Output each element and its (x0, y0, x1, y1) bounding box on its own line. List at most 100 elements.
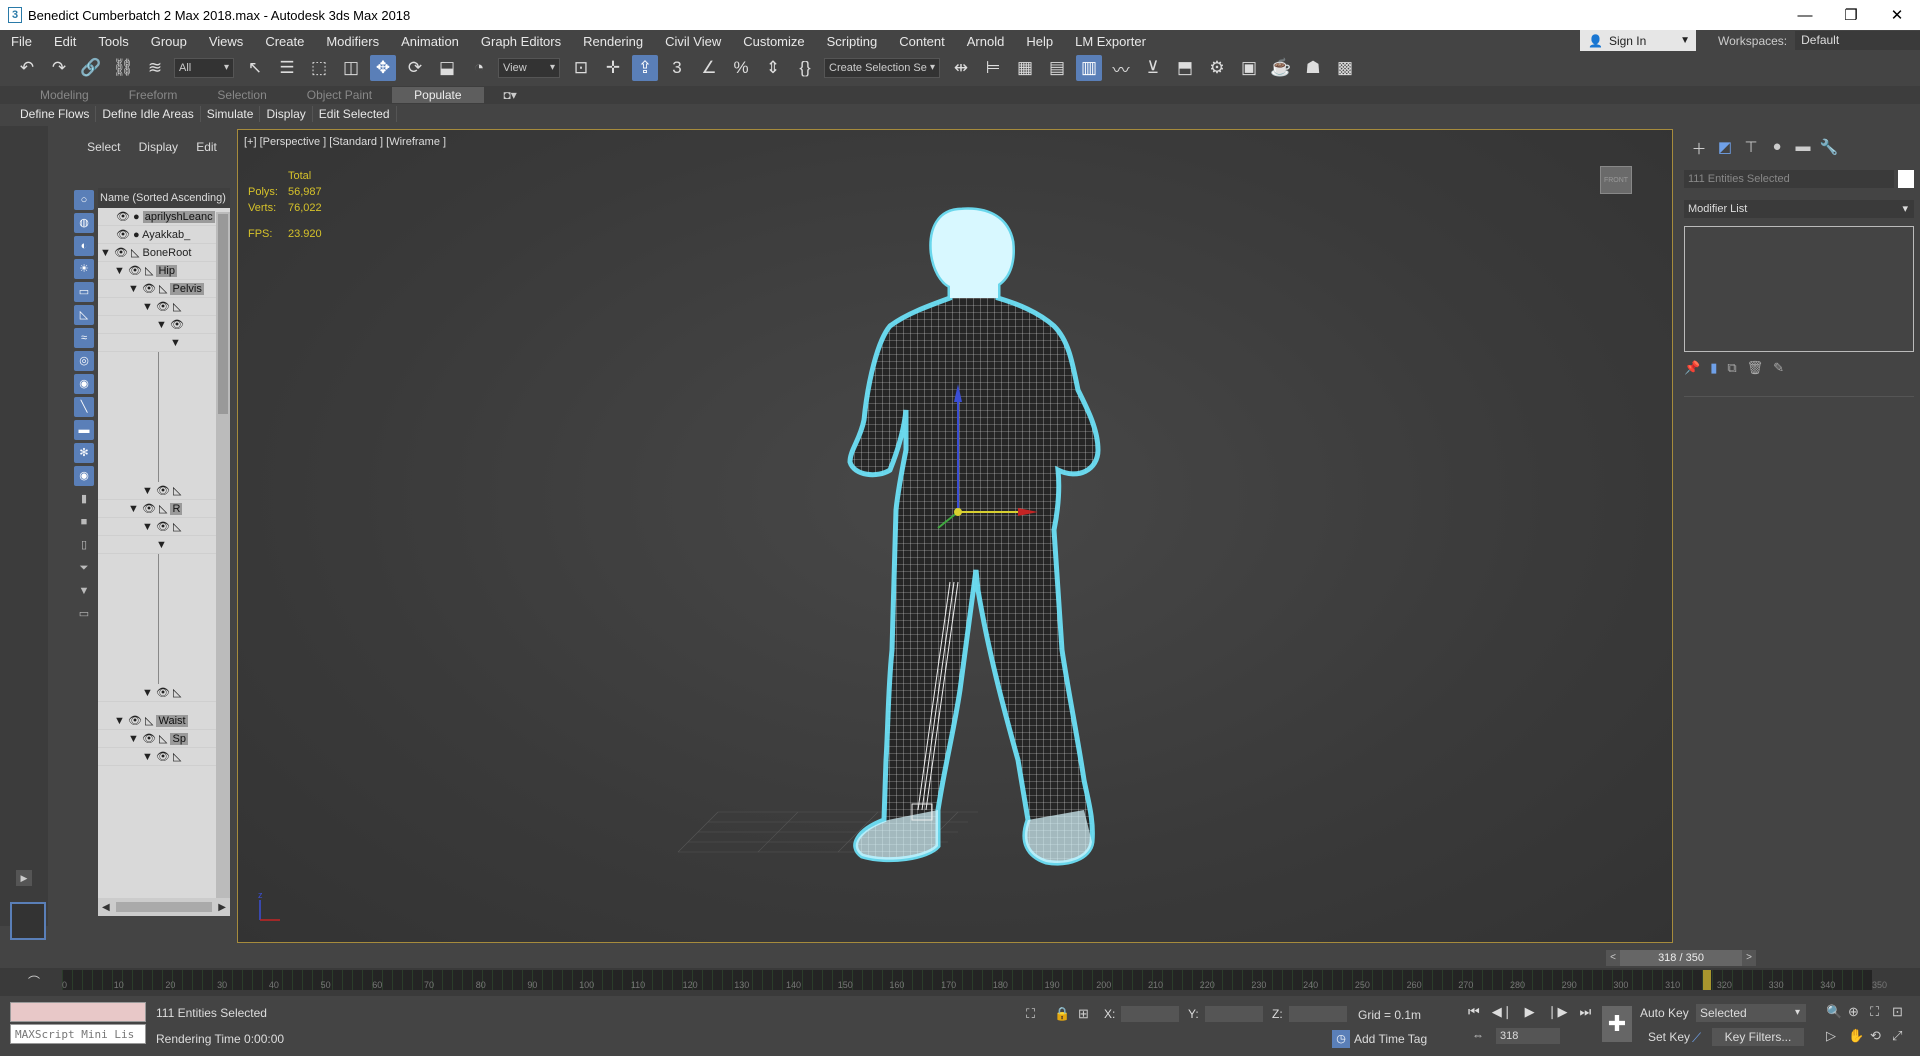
explorer-horizontal-scrollbar[interactable]: ◀ ▶ (98, 898, 230, 916)
selection-filter-select[interactable]: All (174, 58, 234, 78)
display-bones-icon[interactable]: ╲ (74, 397, 94, 417)
display-groups-icon[interactable]: ◎ (74, 351, 94, 371)
select-move-icon[interactable]: ✥ (370, 55, 396, 81)
absolute-mode-icon[interactable]: ⊞ (1078, 1006, 1089, 1022)
modifier-stack[interactable] (1684, 226, 1914, 352)
render-setup-icon[interactable]: ⚙ (1204, 55, 1230, 81)
keyboard-shortcut-icon[interactable]: ⇪ (632, 55, 658, 81)
scroll-right-icon[interactable]: ▶ (218, 902, 226, 913)
render-production-icon[interactable]: ☕ (1268, 55, 1294, 81)
play-icon[interactable]: ▶ (1525, 1004, 1535, 1020)
pin-stack-icon[interactable]: 📌 (1684, 360, 1700, 376)
named-selection-set-select[interactable]: Create Selection Se (824, 58, 940, 78)
filter-icon[interactable]: ⏷ (74, 558, 94, 578)
display-helpers-icon[interactable]: ◺ (74, 305, 94, 325)
funnel-icon[interactable]: ▼ (74, 581, 94, 601)
show-end-result-icon[interactable]: ▮ (1710, 360, 1717, 376)
select-object-icon[interactable]: ↖ (242, 55, 268, 81)
select-manipulate-icon[interactable]: ✛ (600, 55, 626, 81)
tree-column-header[interactable]: Name (Sorted Ascending) (98, 188, 230, 208)
expand-arrow-icon[interactable]: ▶ (16, 870, 32, 886)
tree-row[interactable]: ▼ 👁 ◺ (98, 298, 230, 316)
tree-row[interactable]: ▼ 👁 ◺ (98, 684, 230, 702)
z-field[interactable] (1288, 1006, 1347, 1022)
tree-row[interactable]: ▼ 👁 ◺ Sp (98, 730, 230, 748)
ribbon-tab-populate[interactable]: Populate (392, 87, 484, 103)
maxscript-listener-output[interactable] (10, 1002, 146, 1022)
display-geometry-icon[interactable]: ◍ (74, 213, 94, 233)
tree-row[interactable]: ▼ 👁 ◺ (98, 748, 230, 766)
tree-row[interactable]: ▼ 👁 ◺ Pelvis (98, 280, 230, 298)
explorer-tab-display[interactable]: Display (139, 140, 178, 154)
track-bar[interactable]: ⌒ 0 10 20 30 40 50 60 70 80 90 100 110 120 130 140 150 1… (0, 968, 1920, 996)
display-none-icon[interactable]: ○ (74, 190, 94, 210)
go-to-start-icon[interactable]: ⏮ (1468, 1004, 1480, 1020)
display-children-icon[interactable]: ■ (74, 512, 94, 532)
menu-arnold[interactable]: Arnold (956, 34, 1016, 49)
curve-editor-mini-icon[interactable]: ⌒ (28, 973, 40, 990)
menu-edit[interactable]: Edit (43, 34, 87, 49)
menu-lm-exporter[interactable]: LM Exporter (1064, 34, 1157, 49)
menu-tools[interactable]: Tools (87, 34, 139, 49)
edit-named-selection-icon[interactable]: {} (792, 55, 818, 81)
place-icon[interactable]: ◔ (466, 55, 492, 81)
menu-customize[interactable]: Customize (732, 34, 815, 49)
orbit-icon[interactable]: ⟲ (1870, 1028, 1892, 1044)
modify-tab-icon[interactable]: ◩ (1712, 138, 1738, 160)
object-color-swatch[interactable] (1898, 170, 1914, 188)
render-in-cloud-icon[interactable]: ▩ (1332, 55, 1358, 81)
toggle-layer-explorer-icon[interactable]: ▤ (1044, 55, 1070, 81)
zoom-icon[interactable]: 🔍 (1826, 1004, 1848, 1020)
ribbon-tab-selection[interactable]: Selection (197, 88, 286, 102)
tree-row[interactable]: ▼ (98, 536, 230, 554)
pan-icon[interactable]: ✋ (1848, 1028, 1870, 1044)
next-frame-icon[interactable]: ❘▶ (1547, 1004, 1568, 1020)
current-frame-field[interactable]: 318 (1496, 1028, 1560, 1044)
key-mode-select[interactable]: Selected (1696, 1004, 1806, 1022)
menu-animation[interactable]: Animation (390, 34, 470, 49)
time-slider-prev-icon[interactable]: < (1606, 950, 1620, 966)
menu-civil-view[interactable]: Civil View (654, 34, 732, 49)
scroll-left-icon[interactable]: ◀ (102, 902, 110, 913)
mirror-icon[interactable]: ⇹ (948, 55, 974, 81)
display-xrefs-icon[interactable]: ◉ (74, 374, 94, 394)
key-tangent-icon[interactable]: ⟋ (1692, 1030, 1701, 1046)
set-key-button[interactable]: Set Key (1648, 1030, 1690, 1044)
remove-modifier-icon[interactable]: 🗑 (1747, 360, 1764, 376)
x-field[interactable] (1121, 1006, 1180, 1022)
simulate-button[interactable]: Simulate (201, 106, 261, 122)
display-containers-icon[interactable]: ▬ (74, 420, 94, 440)
schematic-view-icon[interactable]: ⊻ (1140, 55, 1166, 81)
menu-rendering[interactable]: Rendering (572, 34, 654, 49)
menu-modifiers[interactable]: Modifiers (315, 34, 390, 49)
utilities-tab-icon[interactable]: 🔧 (1816, 138, 1842, 160)
select-scale-icon[interactable]: ⬓ (434, 55, 460, 81)
maxscript-mini-listener[interactable]: MAXScript Mini Lis (10, 1024, 146, 1044)
display-all-icon[interactable]: ◉ (74, 466, 94, 486)
rendered-frame-window-icon[interactable]: ▣ (1236, 55, 1262, 81)
workspaces-select[interactable]: Default (1795, 31, 1920, 50)
display-button[interactable]: Display (260, 106, 313, 122)
bind-space-warp-icon[interactable]: ≋ (142, 55, 168, 81)
redo-icon[interactable]: ↷ (46, 55, 72, 81)
key-filters-button[interactable]: Key Filters... (1712, 1028, 1804, 1046)
undo-icon[interactable]: ↶ (14, 55, 40, 81)
menu-file[interactable]: File (0, 34, 43, 49)
ribbon-tab-object-paint[interactable]: Object Paint (287, 88, 392, 102)
hierarchy-tab-icon[interactable]: ⊤ (1738, 138, 1764, 160)
make-unique-icon[interactable]: ⧉ (1727, 360, 1736, 376)
display-shapes-icon[interactable]: ◐ (74, 236, 94, 256)
time-slider-next-icon[interactable]: > (1742, 950, 1756, 966)
tree-row[interactable]: ▼ 👁 ◺ (98, 518, 230, 536)
explorer-vertical-scrollbar[interactable] (216, 212, 230, 902)
create-tab-icon[interactable]: ＋ (1686, 138, 1712, 160)
minimize-button[interactable]: — (1782, 7, 1828, 24)
define-flows-button[interactable]: Define Flows (14, 106, 97, 122)
ribbon-tab-modeling[interactable]: Modeling (20, 88, 109, 102)
spinner-snap-icon[interactable]: ⇕ (760, 55, 786, 81)
display-lights-icon[interactable]: ☀ (74, 259, 94, 279)
restore-button[interactable]: ❐ (1828, 6, 1874, 24)
viewport-layout-icon[interactable] (10, 902, 46, 940)
edit-selected-button[interactable]: Edit Selected (313, 106, 397, 122)
key-mode-toggle-icon[interactable]: ⇔ (1472, 1028, 1484, 1042)
